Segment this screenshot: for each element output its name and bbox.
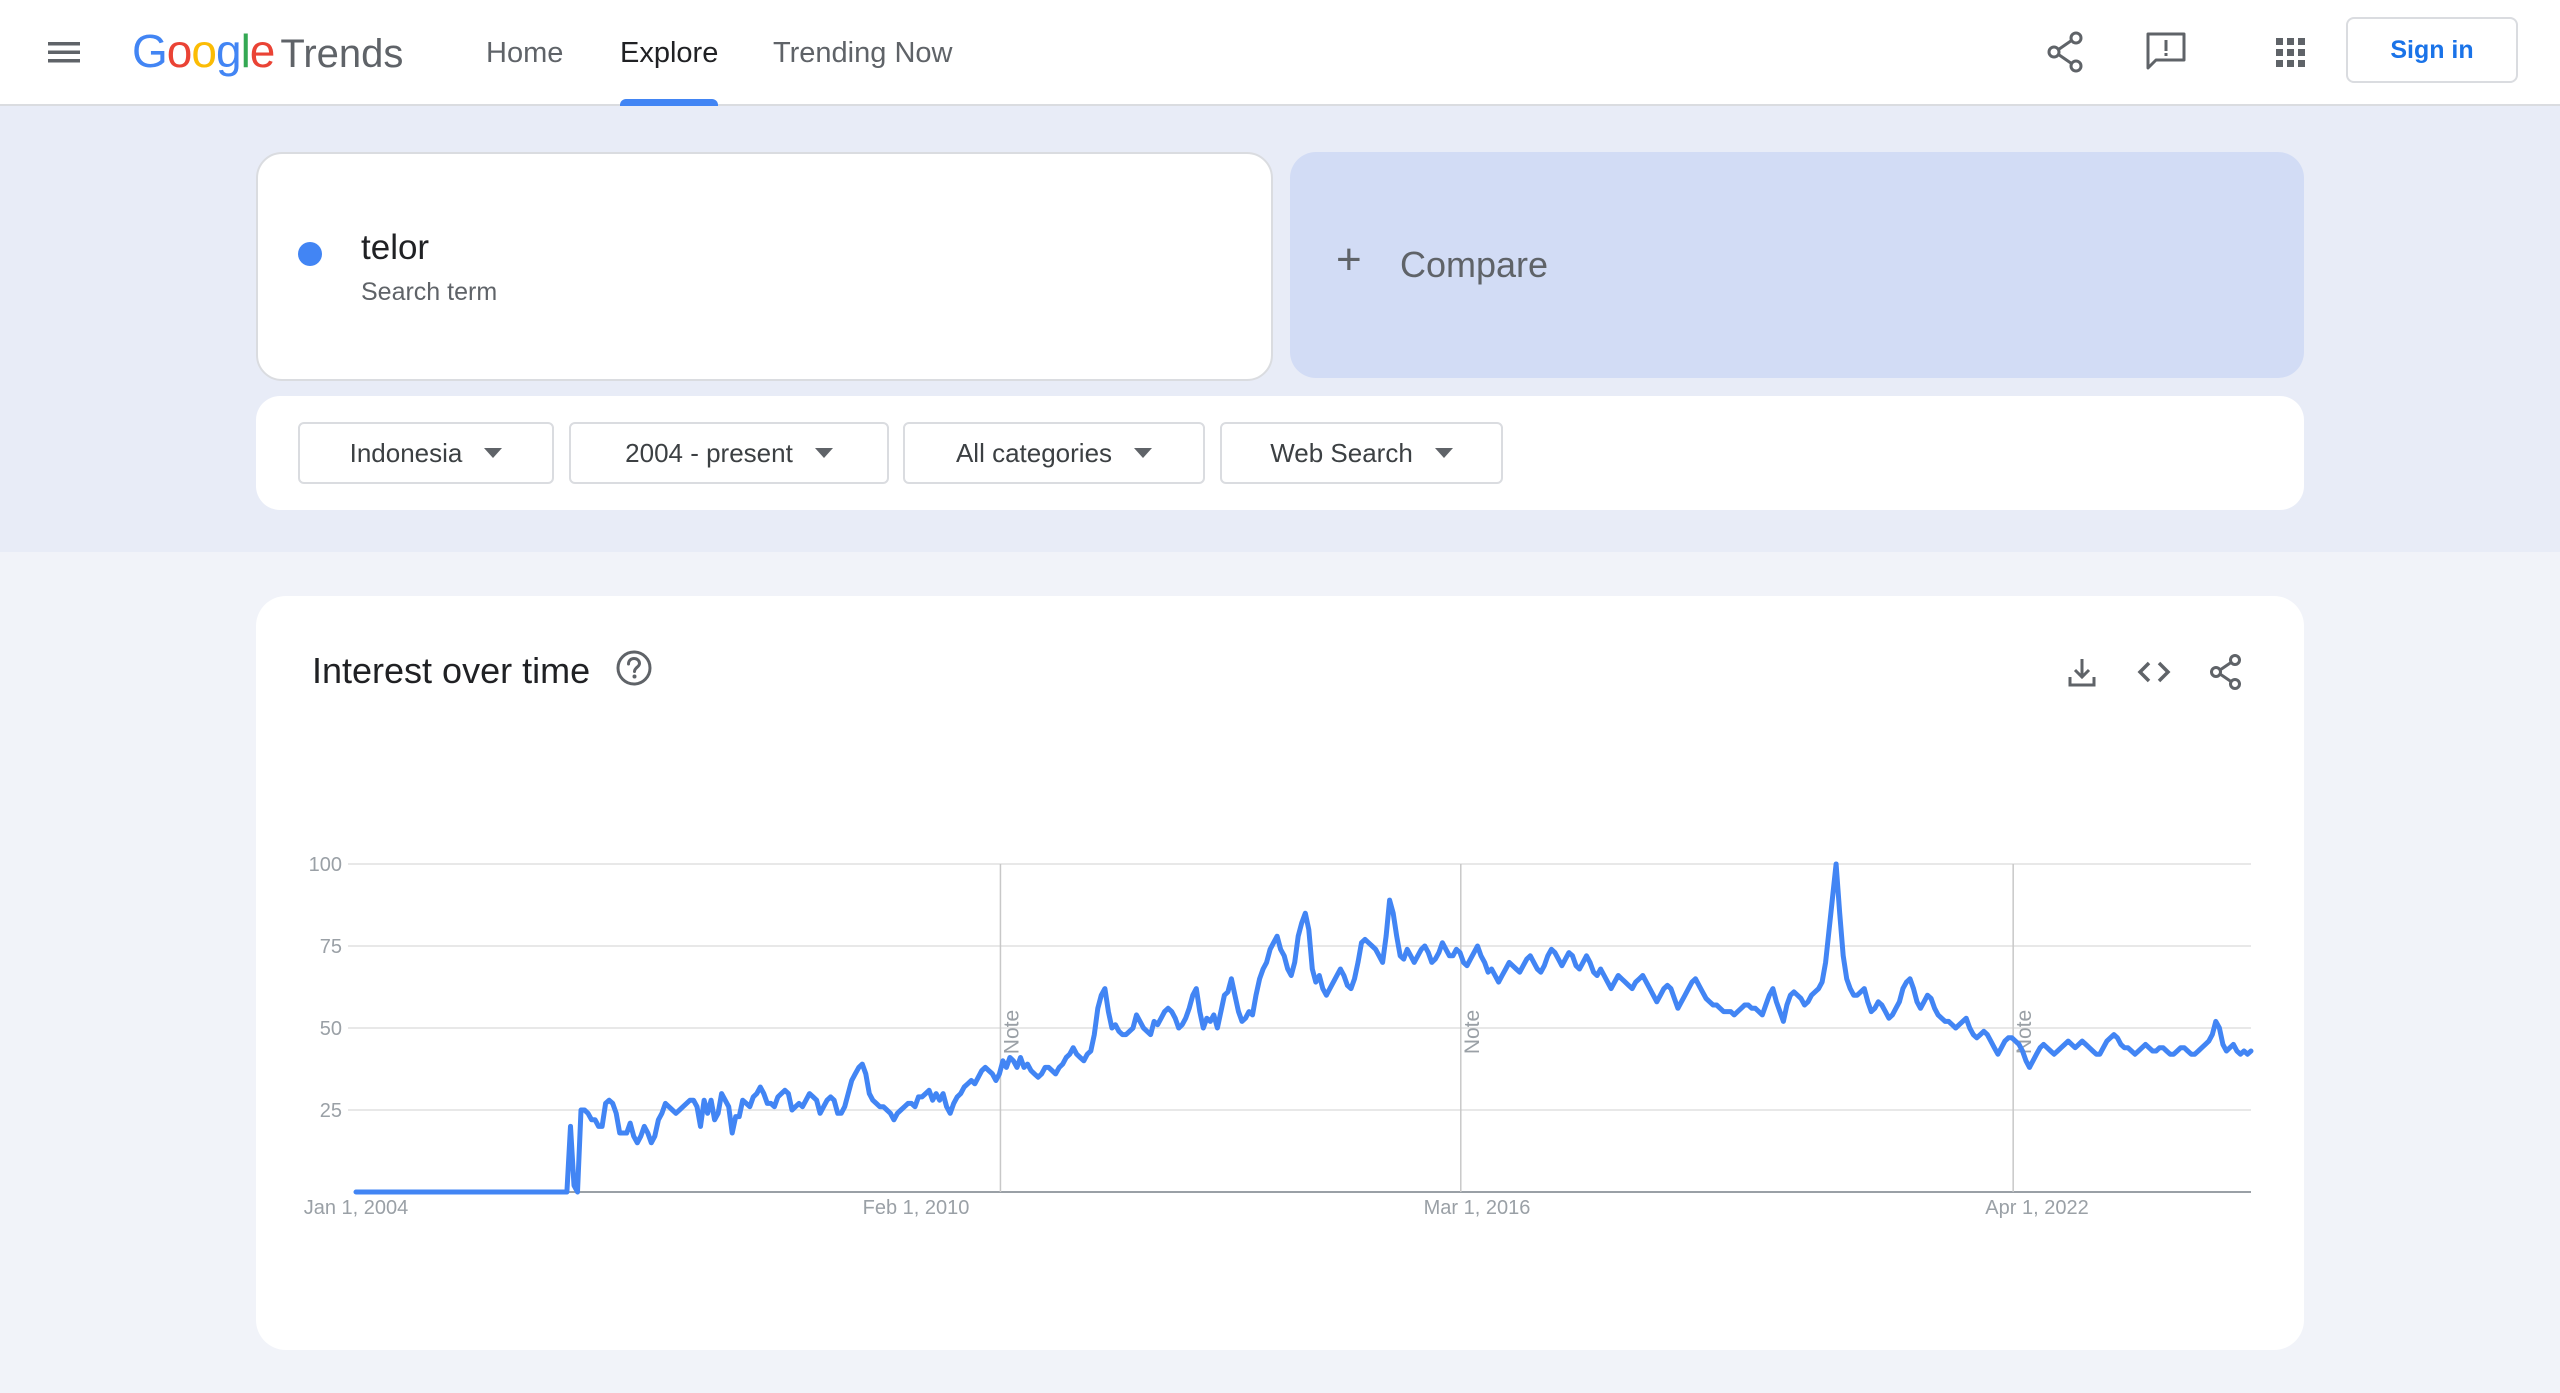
search-term-type: Search term [361,278,498,306]
x-tick-label: Feb 1, 2010 [863,1197,970,1219]
nav-explore-label: Explore [620,37,719,69]
category-filter-label: All categories [955,437,1113,468]
term-color-dot [298,242,322,266]
interest-over-time-card: Interest over time 25 50 75 100 Note Note Note… [256,596,2304,1350]
y-tick-label: 50 [320,1018,342,1040]
active-tab-indicator [620,99,719,106]
y-tick-label: 25 [320,1100,342,1122]
logo-trends-text: Trends [280,32,404,76]
region-filter-label: Indonesia [349,437,463,468]
logo-google-wordmark: Google [132,25,275,77]
dropdown-arrow-icon [814,448,833,458]
dropdown-arrow-icon [484,448,503,458]
dropdown-arrow-icon [1434,448,1453,458]
menu-icon[interactable] [40,32,88,72]
region-filter[interactable]: Indonesia [298,422,554,484]
search-term-card[interactable]: telor Search term [256,152,1273,381]
interest-line-chart: 25 50 75 100 Note Note Note Jan 1, 2004 Feb 1, 2… [304,854,2254,1219]
compare-button[interactable]: + Compare [1290,152,2304,378]
x-tick-label: Mar 1, 2016 [1424,1197,1531,1219]
search-term[interactable]: telor [361,228,429,268]
google-trends-logo[interactable]: Google Trends [132,24,403,84]
nav-trending-now[interactable]: Trending Now [773,0,952,106]
annotation-note-label: Note [2013,1010,2036,1054]
search-type-filter[interactable]: Web Search [1220,422,1503,484]
annotation-note-label: Note [1461,1010,1484,1054]
time-range-filter[interactable]: 2004 - present [569,422,889,484]
sign-in-button[interactable]: Sign in [2346,17,2518,83]
filters-bar: Indonesia 2004 - present All categories … [256,396,2304,510]
share-icon[interactable] [2042,28,2090,76]
annotation-note-label: Note [1000,1010,1023,1054]
x-tick-label: Apr 1, 2022 [1985,1197,2088,1219]
x-tick-label: Jan 1, 2004 [304,1197,409,1219]
nav-explore[interactable]: Explore [620,0,719,106]
top-app-bar: Google Trends Home Explore Trending Now [0,0,2560,106]
compare-label: Compare [1400,244,1549,285]
feedback-icon[interactable] [2142,28,2190,76]
time-range-filter-label: 2004 - present [625,437,793,468]
plus-icon: + [1336,235,1362,284]
nav-home[interactable]: Home [486,0,563,106]
y-tick-label: 75 [320,936,342,958]
dropdown-arrow-icon [1134,448,1153,458]
apps-icon[interactable] [2266,28,2314,76]
y-tick-label: 100 [309,854,342,876]
nav-trending-now-label: Trending Now [773,37,953,69]
category-filter[interactable]: All categories [903,422,1205,484]
search-type-filter-label: Web Search [1270,437,1413,468]
nav-home-label: Home [486,37,564,69]
